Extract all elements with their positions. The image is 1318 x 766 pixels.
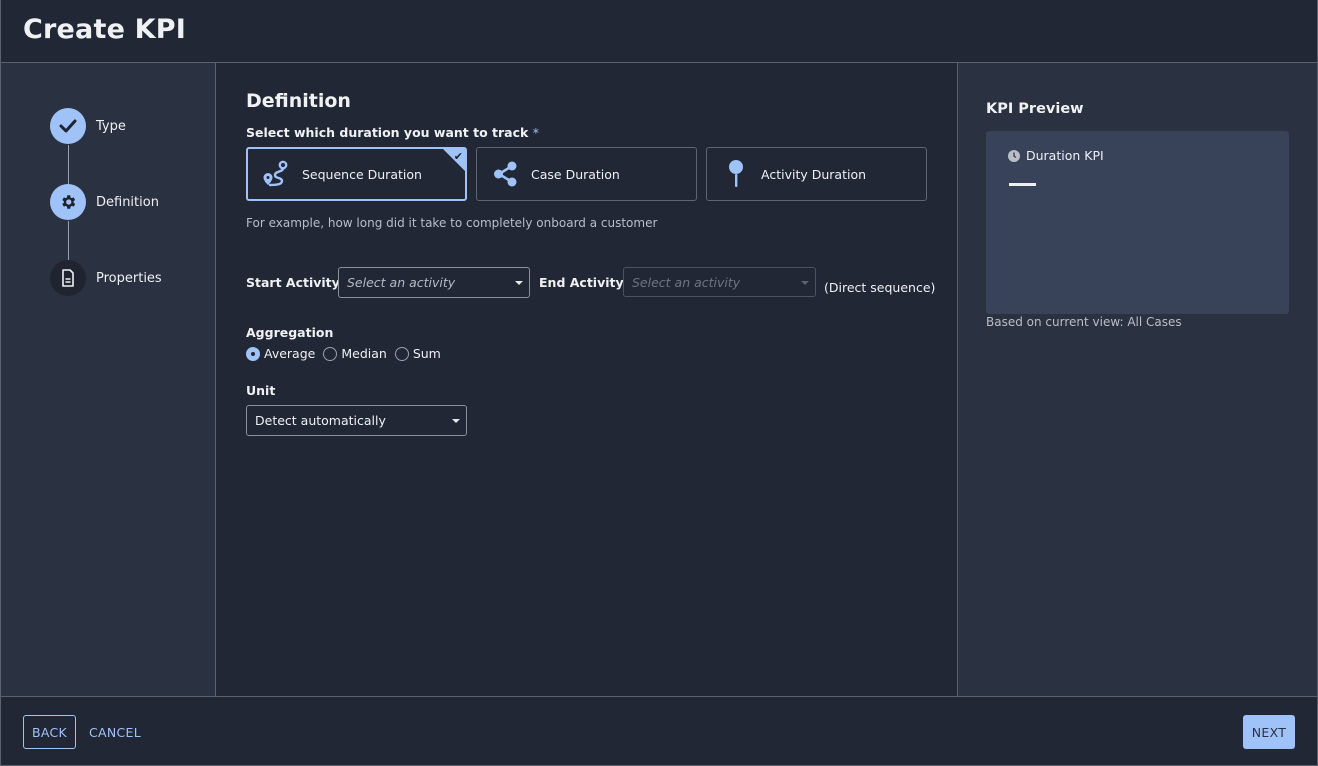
cancel-button[interactable]: CANCEL: [89, 715, 141, 749]
dialog-title: Create KPI: [23, 14, 187, 45]
definition-panel: Definition Select which duration you wan…: [217, 63, 956, 696]
start-activity-placeholder: Select an activity: [347, 275, 456, 290]
pin-icon: [721, 159, 751, 189]
next-button[interactable]: NEXT: [1243, 715, 1295, 749]
preview-title: KPI Preview: [986, 101, 1084, 117]
chevron-down-icon: [801, 281, 809, 285]
start-activity-select[interactable]: Select an activity: [338, 267, 530, 298]
back-button[interactable]: BACK: [23, 715, 76, 749]
step-definition[interactable]: Definition: [50, 184, 159, 220]
radio-label: Sum: [412, 346, 441, 361]
aggregation-radio-group: Average Median Sum: [246, 346, 449, 361]
document-icon: [50, 260, 86, 296]
wizard-stepper: Type Definition Properties: [1, 63, 216, 696]
check-icon: ✔: [453, 150, 463, 163]
duration-prompt: Select which duration you want to track …: [246, 125, 539, 140]
share-icon: [491, 159, 521, 189]
option-label: Activity Duration: [761, 166, 867, 182]
start-activity-label: Start Activity: [246, 275, 340, 290]
step-connector: [68, 145, 69, 189]
dialog-header: Create KPI: [0, 0, 1318, 63]
section-title: Definition: [246, 90, 351, 112]
kpi-value-empty: [1009, 183, 1036, 186]
radio-median[interactable]: Median: [323, 346, 387, 361]
required-mark: *: [532, 125, 539, 140]
radio-average[interactable]: Average: [246, 346, 315, 361]
option-case-duration[interactable]: Case Duration: [476, 147, 697, 201]
step-connector: [68, 221, 69, 263]
kpi-title: Duration KPI: [1008, 148, 1104, 163]
step-type[interactable]: Type: [50, 108, 126, 144]
kpi-name: Duration KPI: [1026, 148, 1104, 163]
option-label: Sequence Duration: [302, 166, 422, 182]
duration-hint: For example, how long did it take to com…: [246, 216, 658, 230]
end-activity-label: End Activity: [539, 275, 624, 290]
step-label: Definition: [96, 194, 159, 210]
unit-label: Unit: [246, 383, 276, 398]
step-properties[interactable]: Properties: [50, 260, 162, 296]
check-icon: [50, 108, 86, 144]
preview-basis: Based on current view: All Cases: [986, 315, 1182, 329]
radio-button-checked[interactable]: [246, 346, 260, 361]
radio-label: Median: [341, 346, 387, 361]
unit-value: Detect automatically: [255, 413, 386, 428]
unit-select[interactable]: Detect automatically: [246, 405, 467, 436]
option-label: Case Duration: [531, 166, 620, 182]
end-activity-select[interactable]: Select an activity: [623, 267, 816, 297]
dialog-footer: BACK CANCEL NEXT: [0, 696, 1318, 766]
direct-sequence-note: (Direct sequence): [824, 280, 936, 295]
clock-icon: [1008, 149, 1020, 162]
aggregation-label: Aggregation: [246, 325, 334, 340]
option-sequence-duration[interactable]: Sequence Duration ✔: [246, 147, 467, 201]
kpi-preview-panel: KPI Preview Duration KPI Based on curren…: [957, 63, 1317, 696]
gear-icon: [50, 184, 86, 220]
chevron-down-icon: [452, 419, 460, 423]
kpi-preview-card: Duration KPI: [986, 131, 1289, 314]
radio-button[interactable]: [323, 346, 338, 361]
end-activity-placeholder: Select an activity: [632, 274, 741, 290]
radio-sum[interactable]: Sum: [394, 346, 441, 361]
radio-label: Average: [264, 346, 316, 361]
prompt-text: Select which duration you want to track: [246, 125, 529, 140]
step-label: Type: [96, 118, 126, 134]
step-label: Properties: [96, 270, 162, 286]
chevron-down-icon: [515, 281, 523, 285]
route-icon: [262, 159, 292, 189]
radio-button[interactable]: [394, 346, 409, 361]
option-activity-duration[interactable]: Activity Duration: [706, 147, 927, 201]
